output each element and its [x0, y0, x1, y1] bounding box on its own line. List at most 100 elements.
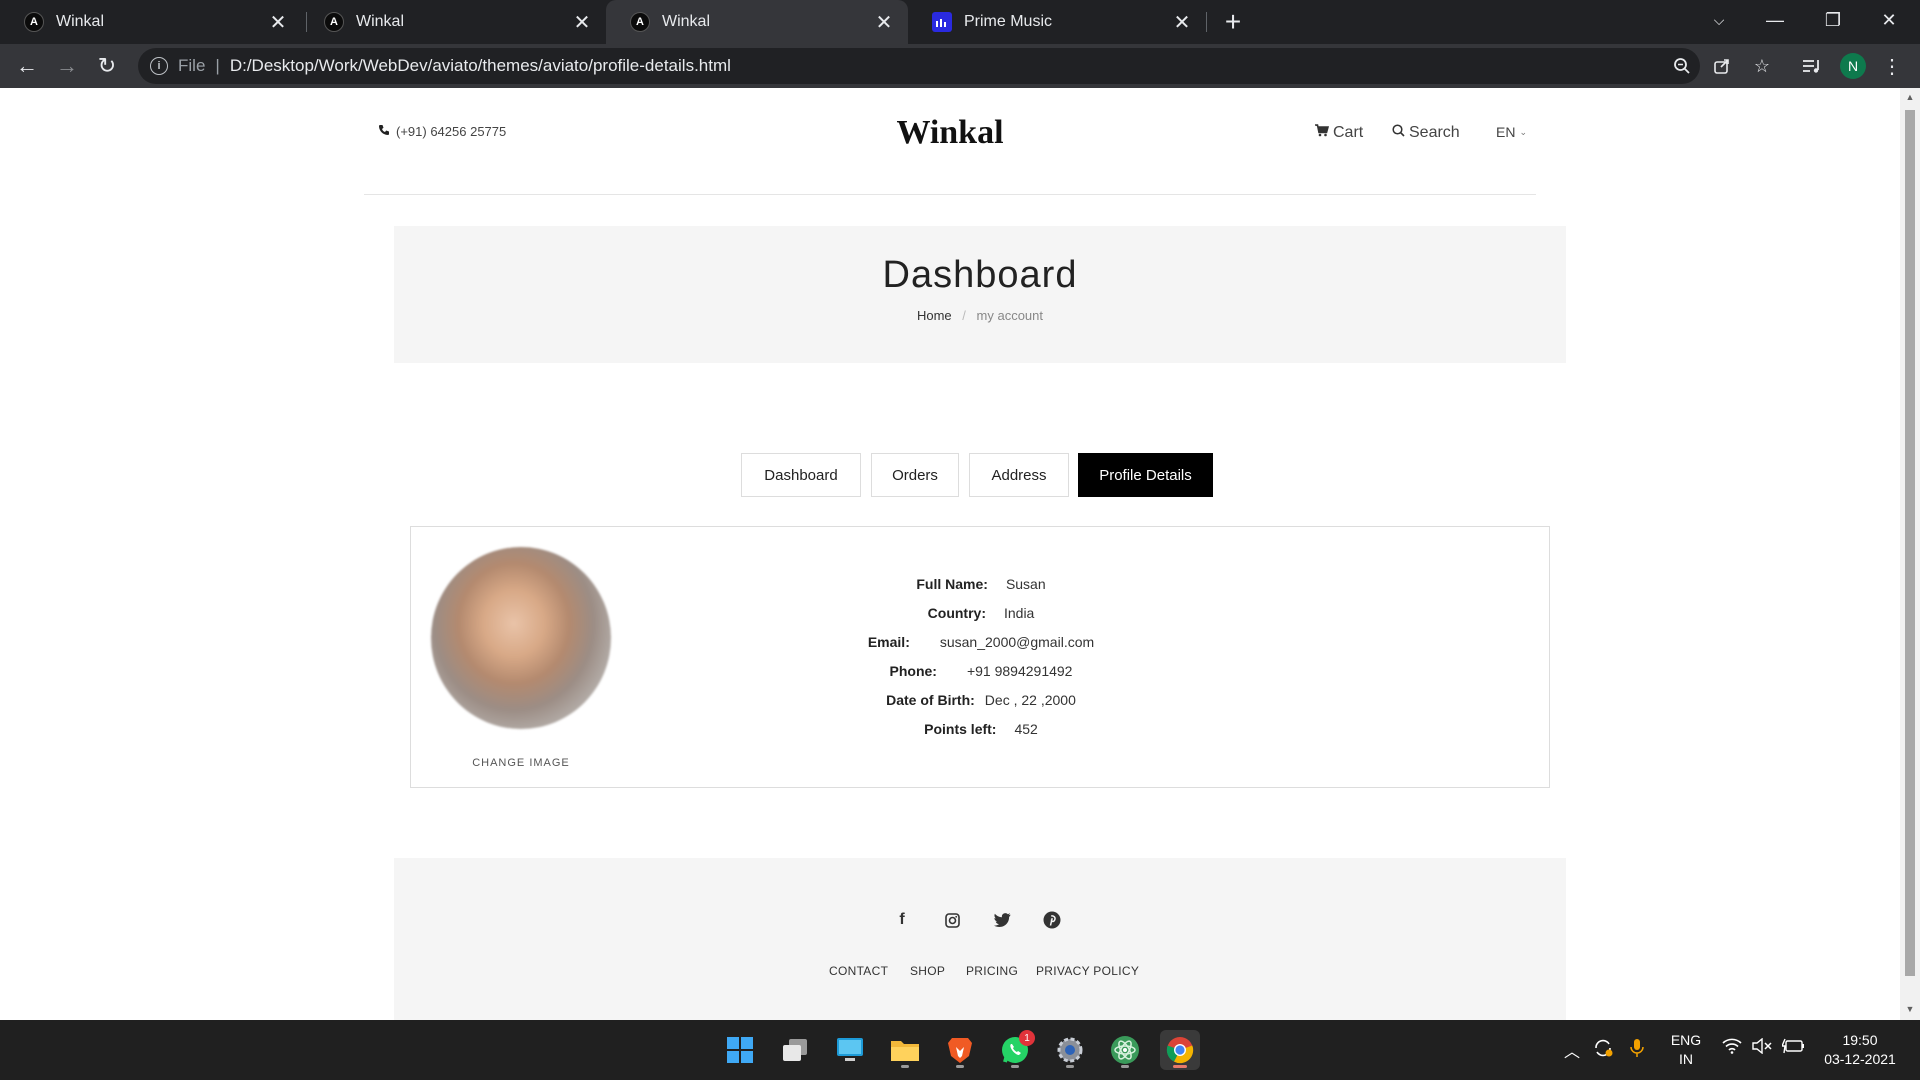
minimize-icon[interactable]: — [1752, 0, 1798, 40]
language-selector[interactable]: EN ⌄ [1496, 124, 1527, 140]
atom-icon[interactable] [1105, 1030, 1145, 1070]
twitter-icon[interactable] [990, 908, 1014, 932]
menu-kebab-icon[interactable]: ⋮ [1880, 54, 1904, 78]
site-favicon-icon: A [630, 12, 650, 32]
desktop-icon[interactable] [830, 1030, 870, 1070]
url-scheme: File [178, 56, 206, 75]
microphone-icon[interactable] [1630, 1038, 1644, 1063]
profile-field-email: Email: susan_2000@gmail.com [411, 634, 1551, 650]
site-info-icon[interactable]: i [150, 57, 168, 75]
chrome-icon[interactable] [1160, 1030, 1200, 1070]
field-label: Email: [867, 634, 910, 650]
footer-link-pricing[interactable]: PRICING [966, 964, 1018, 978]
cart-link[interactable]: Cart [1315, 124, 1363, 142]
scroll-thumb[interactable] [1905, 110, 1915, 976]
close-tab-icon[interactable]: ✕ [266, 10, 290, 34]
bookmark-star-icon[interactable]: ☆ [1750, 54, 1774, 78]
sync-icon[interactable] [1592, 1038, 1614, 1063]
site-favicon-icon: A [324, 12, 344, 32]
new-tab-icon[interactable]: + [1218, 6, 1248, 37]
share-icon[interactable] [1710, 54, 1734, 78]
footer-link-privacy-policy[interactable]: PRIVACY POLICY [1036, 964, 1139, 978]
instagram-icon[interactable] [940, 908, 964, 932]
volume-muted-icon[interactable] [1752, 1037, 1772, 1059]
start-icon[interactable] [720, 1030, 760, 1070]
pinterest-icon[interactable] [1040, 908, 1064, 932]
account-tabs: Dashboard Orders Address Profile Details [0, 453, 1900, 497]
browser-tab[interactable]: A Winkal ✕ [0, 0, 302, 44]
show-hidden-icons-icon[interactable]: ︿ [1564, 1038, 1580, 1062]
scroll-up-icon[interactable]: ▲ [1905, 92, 1915, 102]
tab-title: Winkal [56, 13, 105, 30]
breadcrumb-current: my account [976, 308, 1044, 323]
site-header: (+91) 64256 25775 Winkal Cart Search EN … [364, 88, 1536, 195]
brave-icon[interactable] [940, 1030, 980, 1070]
browser-tab-active[interactable]: A Winkal ✕ [606, 0, 908, 44]
prime-music-favicon-icon [932, 12, 952, 32]
profile-field-fullname: Full Name: Susan [411, 576, 1551, 592]
running-indicator [956, 1065, 964, 1068]
tab-title: Winkal [356, 13, 405, 30]
close-tab-icon[interactable]: ✕ [1170, 10, 1194, 34]
field-label: Points left: [924, 721, 997, 737]
input-language[interactable]: ENG IN [1668, 1031, 1704, 1069]
notification-badge: 1 [1019, 1030, 1035, 1046]
site-favicon-icon: A [24, 12, 44, 32]
page-hero: Dashboard Home / my account [394, 226, 1566, 363]
restore-icon[interactable]: ❐ [1810, 0, 1856, 40]
tab-search-chevron-icon[interactable]: ⌵ [1696, 0, 1742, 40]
facebook-icon[interactable]: f [890, 908, 914, 932]
profile-field-country: Country: India [411, 605, 1551, 621]
scroll-down-icon[interactable]: ▼ [1905, 1004, 1915, 1014]
change-image-link[interactable]: CHANGE IMAGE [411, 757, 631, 769]
breadcrumb-home[interactable]: Home [917, 308, 952, 323]
battery-charging-icon[interactable] [1780, 1038, 1804, 1059]
settings-icon[interactable] [1050, 1030, 1090, 1070]
zoom-icon[interactable] [1670, 54, 1694, 78]
page-title: Dashboard [882, 254, 1078, 296]
running-indicator [901, 1065, 909, 1068]
profile-avatar[interactable]: N [1840, 53, 1866, 79]
language-label: EN [1496, 124, 1516, 140]
file-explorer-icon[interactable] [885, 1030, 925, 1070]
chevron-down-icon: ⌄ [1519, 126, 1527, 137]
running-indicator [1173, 1065, 1187, 1068]
browser-tab[interactable]: Prime Music ✕ [908, 0, 1206, 44]
tab-separator [1206, 12, 1207, 32]
site-footer: f CONTACT SHOP PRICING PRIVACY POLICY [394, 858, 1566, 1020]
tab-address[interactable]: Address [969, 453, 1069, 497]
running-indicator [1121, 1065, 1129, 1068]
search-label: Search [1409, 124, 1460, 141]
forward-icon[interactable]: → [52, 51, 82, 81]
tab-dashboard[interactable]: Dashboard [741, 453, 861, 497]
reload-icon[interactable]: ↻ [92, 51, 122, 81]
address-bar[interactable]: i File | D:/Desktop/Work/WebDev/aviato/t… [138, 48, 1700, 84]
clock-time: 19:50 [1842, 1032, 1878, 1048]
page-scrollbar[interactable]: ▲ ▼ [1900, 88, 1920, 1020]
tab-profile-details[interactable]: Profile Details [1078, 453, 1213, 497]
footer-link-shop[interactable]: SHOP [910, 964, 945, 978]
close-window-icon[interactable]: ✕ [1866, 0, 1912, 40]
clock-date: 03-12-2021 [1824, 1051, 1896, 1067]
field-label: Date of Birth: [886, 692, 975, 708]
footer-link-contact[interactable]: CONTACT [829, 964, 888, 978]
tab-orders[interactable]: Orders [871, 453, 959, 497]
browser-tab[interactable]: A Winkal ✕ [300, 0, 606, 44]
close-tab-icon[interactable]: ✕ [872, 10, 896, 34]
close-tab-icon[interactable]: ✕ [570, 10, 594, 34]
region-code: IN [1679, 1051, 1693, 1067]
profile-field-points: Points left: 452 [411, 721, 1551, 737]
whatsapp-icon[interactable]: 1 [995, 1030, 1035, 1070]
wifi-icon[interactable] [1722, 1038, 1742, 1059]
field-value: susan_2000@gmail.com [939, 634, 1095, 650]
running-indicator [1066, 1065, 1074, 1068]
running-indicator [1011, 1065, 1019, 1068]
back-icon[interactable]: ← [12, 51, 42, 81]
url-divider: | [215, 56, 220, 75]
media-queue-icon[interactable] [1800, 54, 1824, 78]
language-code: ENG [1670, 1032, 1702, 1048]
search-link[interactable]: Search [1392, 124, 1460, 142]
url-text[interactable]: D:/Desktop/Work/WebDev/aviato/themes/avi… [230, 56, 731, 76]
clock[interactable]: 19:50 03-12-2021 [1818, 1031, 1902, 1069]
task-view-icon[interactable] [775, 1030, 815, 1070]
